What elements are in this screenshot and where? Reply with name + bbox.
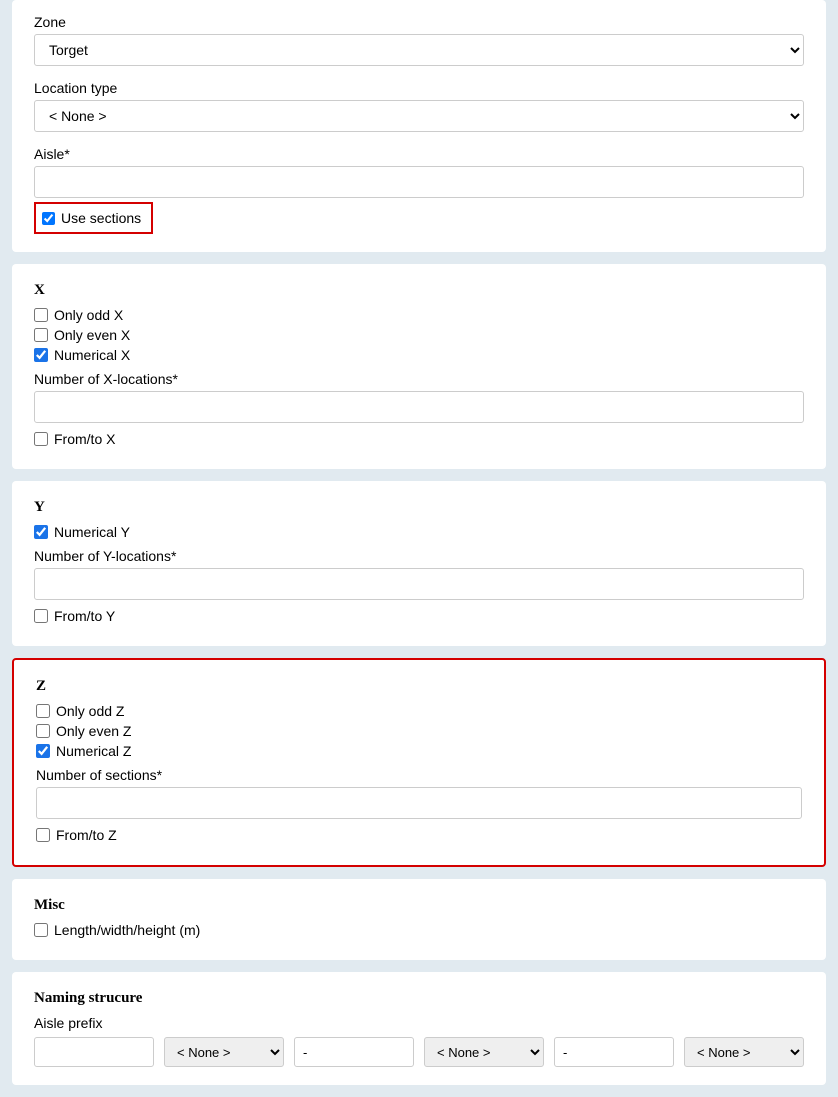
y-number-input[interactable] (34, 568, 804, 600)
use-sections-highlight: Use sections (34, 202, 153, 234)
z-title: Z (36, 678, 802, 695)
x-number-input[interactable] (34, 391, 804, 423)
x-only-even-label: Only even X (54, 327, 130, 343)
z-numerical-label: Numerical Z (56, 743, 131, 759)
z-number-input[interactable] (36, 787, 802, 819)
x-from-to-row: From/to X (34, 431, 804, 447)
x-numerical-row: Numerical X (34, 347, 804, 363)
z-numerical-checkbox[interactable] (36, 744, 50, 758)
y-from-to-label: From/to Y (54, 608, 115, 624)
aisle-prefix-label: Aisle prefix (34, 1015, 804, 1031)
zone-label: Zone (34, 14, 804, 30)
x-only-odd-row: Only odd X (34, 307, 804, 323)
z-only-even-row: Only even Z (36, 723, 802, 739)
x-only-even-checkbox[interactable] (34, 328, 48, 342)
naming-dash2-input[interactable] (554, 1037, 674, 1067)
x-numerical-label: Numerical X (54, 347, 130, 363)
zone-group: Zone Torget (34, 14, 804, 66)
x-only-even-row: Only even X (34, 327, 804, 343)
zone-select[interactable]: Torget (34, 34, 804, 66)
z-only-odd-row: Only odd Z (36, 703, 802, 719)
y-card: Y Numerical Y Number of Y-locations* Fro… (12, 481, 826, 646)
z-only-even-label: Only even Z (56, 723, 131, 739)
misc-lwh-label: Length/width/height (m) (54, 922, 200, 938)
naming-sep3-select[interactable]: < None > (684, 1037, 804, 1067)
z-only-odd-label: Only odd Z (56, 703, 124, 719)
y-numerical-label: Numerical Y (54, 524, 130, 540)
x-from-to-checkbox[interactable] (34, 432, 48, 446)
aisle-input[interactable] (34, 166, 804, 198)
x-title: X (34, 282, 804, 299)
misc-lwh-checkbox[interactable] (34, 923, 48, 937)
y-from-to-row: From/to Y (34, 608, 804, 624)
misc-title: Misc (34, 897, 804, 914)
location-type-label: Location type (34, 80, 804, 96)
use-sections-checkbox[interactable] (42, 212, 55, 225)
z-number-group: Number of sections* (36, 767, 802, 819)
z-from-to-row: From/to Z (36, 827, 802, 843)
x-numerical-checkbox[interactable] (34, 348, 48, 362)
naming-sep1-select[interactable]: < None > (164, 1037, 284, 1067)
z-only-odd-checkbox[interactable] (36, 704, 50, 718)
naming-card: Naming strucure Aisle prefix < None > < … (12, 972, 826, 1085)
use-sections-label: Use sections (61, 210, 141, 226)
x-only-odd-label: Only odd X (54, 307, 123, 323)
misc-card: Misc Length/width/height (m) (12, 879, 826, 960)
y-numerical-row: Numerical Y (34, 524, 804, 540)
z-only-even-checkbox[interactable] (36, 724, 50, 738)
z-numerical-row: Numerical Z (36, 743, 802, 759)
x-number-group: Number of X-locations* (34, 371, 804, 423)
y-numerical-checkbox[interactable] (34, 525, 48, 539)
x-number-label: Number of X-locations* (34, 371, 804, 387)
aisle-group: Aisle* (34, 146, 804, 198)
naming-dash1-input[interactable] (294, 1037, 414, 1067)
y-title: Y (34, 499, 804, 516)
z-number-label: Number of sections* (36, 767, 802, 783)
location-type-select[interactable]: < None > (34, 100, 804, 132)
naming-title: Naming strucure (34, 990, 804, 1007)
misc-lwh-row: Length/width/height (m) (34, 922, 804, 938)
location-type-group: Location type < None > (34, 80, 804, 132)
zone-card: Zone Torget Location type < None > Aisle… (12, 0, 826, 252)
x-from-to-label: From/to X (54, 431, 115, 447)
z-card: Z Only odd Z Only even Z Numerical Z Num… (12, 658, 826, 867)
naming-row: < None > < None > < None > (34, 1037, 804, 1067)
x-only-odd-checkbox[interactable] (34, 308, 48, 322)
x-card: X Only odd X Only even X Numerical X Num… (12, 264, 826, 469)
y-number-label: Number of Y-locations* (34, 548, 804, 564)
z-from-to-label: From/to Z (56, 827, 117, 843)
y-from-to-checkbox[interactable] (34, 609, 48, 623)
aisle-label: Aisle* (34, 146, 804, 162)
aisle-prefix-input[interactable] (34, 1037, 154, 1067)
z-from-to-checkbox[interactable] (36, 828, 50, 842)
y-number-group: Number of Y-locations* (34, 548, 804, 600)
naming-sep2-select[interactable]: < None > (424, 1037, 544, 1067)
